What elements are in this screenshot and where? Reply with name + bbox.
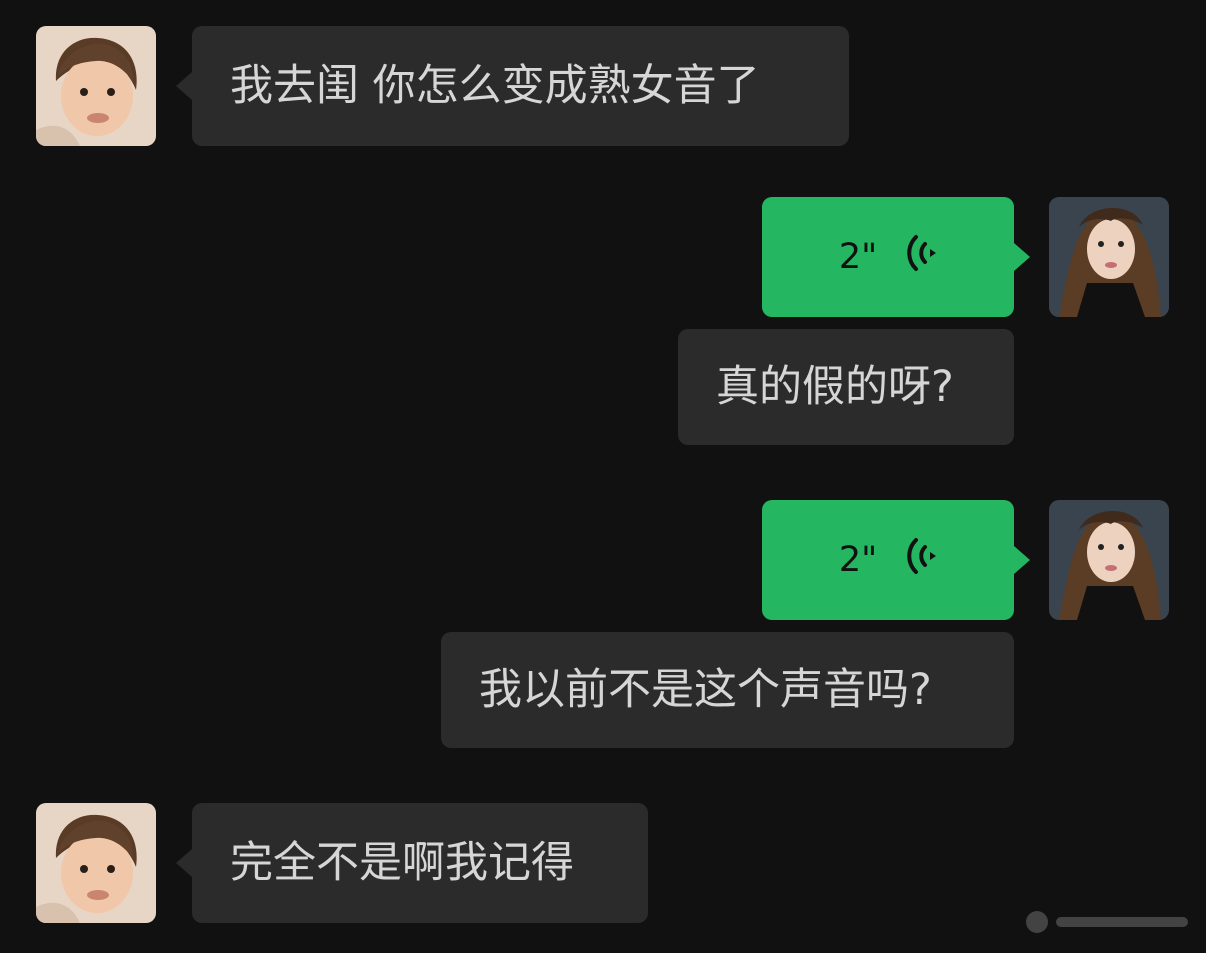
message-bubble[interactable]: 我以前不是这个声音吗? [441,632,1014,748]
message-text: 真的假的呀? [716,361,954,412]
voice-message-bubble[interactable]: 2" [762,500,1014,620]
watermark [1024,909,1194,939]
bubble-tail [1014,243,1030,271]
message-bubble[interactable]: 我去闺 你怎么变成熟女音了 [192,26,849,146]
avatar-left-2[interactable] [36,803,156,923]
message-text: 我去闺 你怎么变成熟女音了 [230,60,760,111]
bubble-tail [176,72,192,100]
child-avatar [36,803,156,923]
voice-duration: 2" [838,539,878,580]
message-text: 我以前不是这个声音吗? [479,664,932,715]
voice-wave-icon [903,535,937,585]
child-avatar [36,26,156,146]
voice-message-bubble[interactable]: 2" [762,197,1014,317]
woman-avatar [1049,197,1169,317]
message-text: 完全不是啊我记得 [230,837,574,888]
woman-avatar [1049,500,1169,620]
message-bubble[interactable]: 真的假的呀? [678,329,1014,445]
voice-wave-icon [903,232,937,282]
avatar-right-1[interactable] [1049,197,1169,317]
avatar-right-2[interactable] [1049,500,1169,620]
voice-duration: 2" [838,236,878,277]
message-bubble[interactable]: 完全不是啊我记得 [192,803,648,923]
bubble-tail [1014,546,1030,574]
bubble-tail [176,849,192,877]
avatar-left-1[interactable] [36,26,156,146]
